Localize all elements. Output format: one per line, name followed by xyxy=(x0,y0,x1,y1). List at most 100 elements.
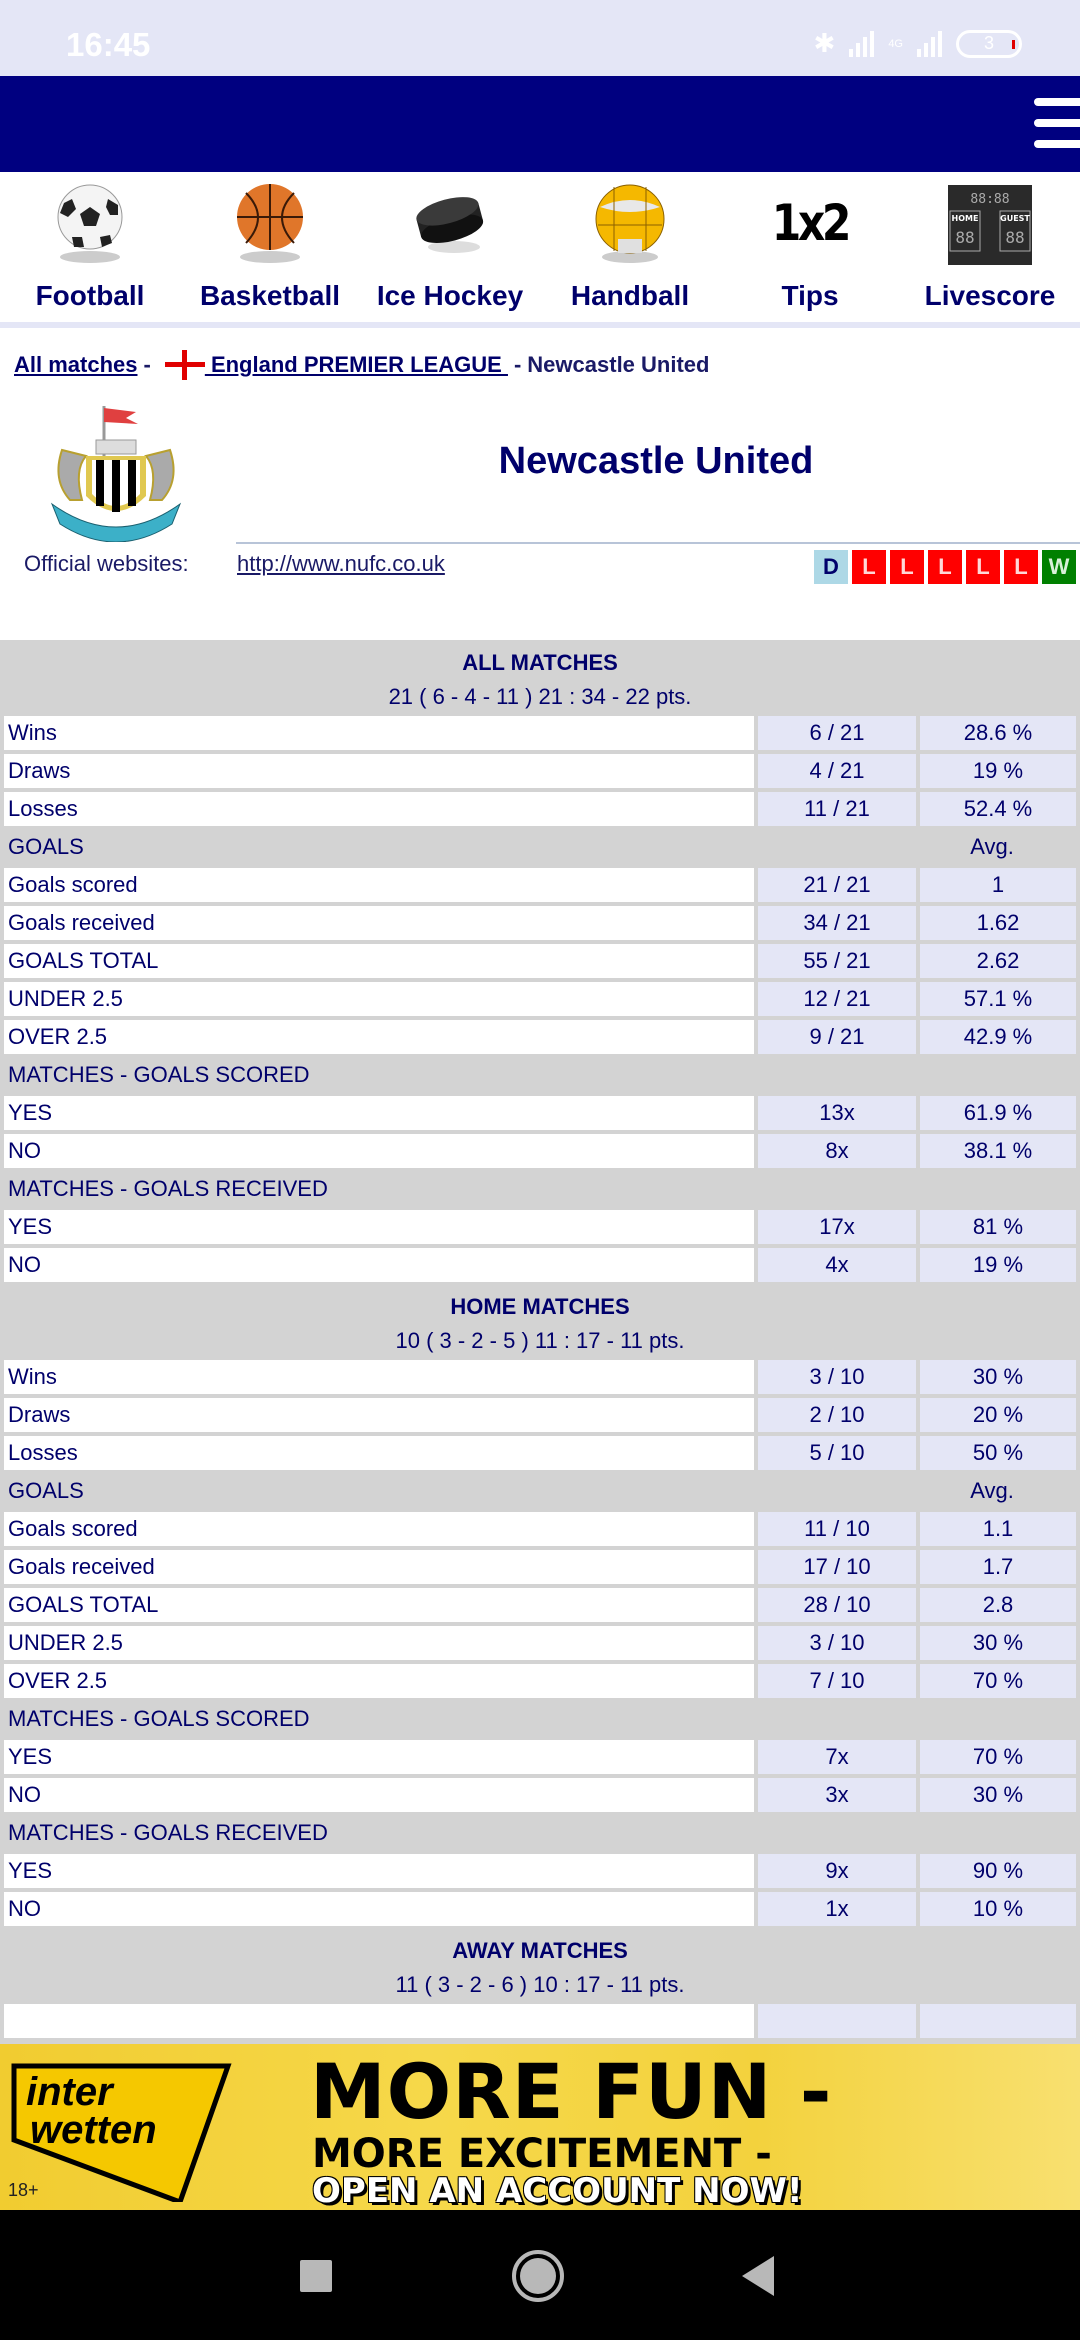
row-value: 1.1 xyxy=(920,1512,1076,1546)
row-count: 17x xyxy=(758,1210,916,1244)
row-value: 70 % xyxy=(920,1740,1076,1774)
row-label: UNDER 2.5 xyxy=(4,982,754,1016)
row-label: Draws xyxy=(4,754,754,788)
table-row: GOALS TOTAL 28 / 10 2.8 xyxy=(0,1586,1080,1624)
system-nav-bar xyxy=(0,2210,1080,2340)
row-count: 5 / 10 xyxy=(758,1436,916,1470)
battery-level: 3 xyxy=(983,33,994,53)
handball-icon xyxy=(585,178,675,268)
group-title: GOALS xyxy=(8,1478,84,1503)
breadcrumb-all-matches[interactable]: All matches xyxy=(14,352,138,378)
nav-livescore[interactable]: 88:88 HOME GUEST 88 88 Livescore xyxy=(900,172,1080,322)
group-header-received: MATCHES - GOALS RECEIVED xyxy=(0,1814,1080,1852)
table-row: Goals received 17 / 10 1.7 xyxy=(0,1548,1080,1586)
nav-label: Football xyxy=(35,280,145,311)
nav-football[interactable]: Football xyxy=(0,172,180,322)
row-count: 11 / 21 xyxy=(758,792,916,826)
breadcrumb-team: Newcastle United xyxy=(527,352,710,377)
sports-nav: Football Basketball Ice Hockey Handball … xyxy=(0,172,1080,328)
group-header-received: MATCHES - GOALS RECEIVED xyxy=(0,1170,1080,1208)
group-title: GOALS xyxy=(8,834,84,859)
breadcrumb: All matches - England PREMIER LEAGUE - N… xyxy=(14,350,709,380)
breadcrumb-league[interactable]: England PREMIER LEAGUE xyxy=(205,352,508,378)
row-value: 1 xyxy=(920,868,1076,902)
ad-brand-line1: inter xyxy=(26,2070,113,2114)
row-label: OVER 2.5 xyxy=(4,1664,754,1698)
form-badge: D xyxy=(814,550,848,584)
table-row: GOALS TOTAL 55 / 21 2.62 xyxy=(0,942,1080,980)
table-row xyxy=(0,2002,1080,2040)
table-row: YES 13x 61.9 % xyxy=(0,1094,1080,1132)
row-label: Losses xyxy=(4,792,754,826)
row-value: 50 % xyxy=(920,1436,1076,1470)
section-header: HOME MATCHES 10 ( 3 - 2 - 5 ) 11 : 17 - 1… xyxy=(0,1284,1080,1358)
table-row: Draws 4 / 21 19 % xyxy=(0,752,1080,790)
table-row: Draws 2 / 10 20 % xyxy=(0,1396,1080,1434)
row-value: 42.9 % xyxy=(920,1020,1076,1054)
row-label: Goals scored xyxy=(4,1512,754,1546)
circle-icon xyxy=(512,2250,564,2302)
nav-basketball[interactable]: Basketball xyxy=(180,172,360,322)
stats-table[interactable]: ALL MATCHES 21 ( 6 - 4 - 11 ) 21 : 34 - 2… xyxy=(0,640,1080,2044)
status-time: 16:45 xyxy=(66,26,151,63)
nav-handball[interactable]: Handball xyxy=(540,172,720,322)
scoreboard-icon: 88:88 HOME GUEST 88 88 xyxy=(945,178,1035,268)
row-value: 1.62 xyxy=(920,906,1076,940)
row-value: 57.1 % xyxy=(920,982,1076,1016)
row-label: Goals received xyxy=(4,1550,754,1584)
back-button[interactable] xyxy=(742,2256,774,2296)
official-websites-label: Official websites: xyxy=(24,551,189,576)
official-website-link[interactable]: http://www.nufc.co.uk xyxy=(237,551,445,577)
table-row: Wins 6 / 21 28.6 % xyxy=(0,714,1080,752)
row-label: NO xyxy=(4,1778,754,1812)
row-value: 19 % xyxy=(920,754,1076,788)
row-value: 81 % xyxy=(920,1210,1076,1244)
ad-banner[interactable]: inter wetten 18+ MORE FUN - MORE EXCITEM… xyxy=(0,2044,1080,2210)
ad-headline-3: OPEN AN ACCOUNT NOW! xyxy=(312,2171,803,2210)
menu-icon[interactable] xyxy=(1034,98,1080,148)
row-label: YES xyxy=(4,1740,754,1774)
row-value: 28.6 % xyxy=(920,716,1076,750)
row-label: GOALS TOTAL xyxy=(4,1588,754,1622)
row-count: 12 / 21 xyxy=(758,982,916,1016)
row-count: 4x xyxy=(758,1248,916,1282)
table-row: UNDER 2.5 12 / 21 57.1 % xyxy=(0,980,1080,1018)
soccer-ball-icon xyxy=(45,178,135,268)
row-count xyxy=(758,2004,916,2038)
home-button[interactable] xyxy=(512,2250,564,2302)
recents-button[interactable] xyxy=(300,2260,332,2292)
network-type: 4G xyxy=(888,37,903,50)
form-badge: L xyxy=(852,550,886,584)
row-count: 17 / 10 xyxy=(758,1550,916,1584)
row-value: 2.8 xyxy=(920,1588,1076,1622)
row-count: 11 / 10 xyxy=(758,1512,916,1546)
table-row: Goals received 34 / 21 1.62 xyxy=(0,904,1080,942)
form-badge: L xyxy=(890,550,924,584)
group-title: MATCHES - GOALS RECEIVED xyxy=(8,1176,328,1201)
table-row: Wins 3 / 10 30 % xyxy=(0,1358,1080,1396)
row-count: 8x xyxy=(758,1134,916,1168)
status-icons: ✱ 4G 3 xyxy=(814,28,1022,59)
table-row: OVER 2.5 7 / 10 70 % xyxy=(0,1662,1080,1700)
breadcrumb-sep: - xyxy=(143,352,151,377)
nav-label: Handball xyxy=(570,280,690,311)
table-row: Goals scored 11 / 10 1.1 xyxy=(0,1510,1080,1548)
row-label: Wins xyxy=(4,1360,754,1394)
row-count: 9 / 21 xyxy=(758,1020,916,1054)
row-value xyxy=(920,2004,1076,2038)
table-row: NO 4x 19 % xyxy=(0,1246,1080,1284)
table-row: Goals scored 21 / 21 1 xyxy=(0,866,1080,904)
row-label: Losses xyxy=(4,1436,754,1470)
row-value: 30 % xyxy=(920,1360,1076,1394)
table-row: YES 7x 70 % xyxy=(0,1738,1080,1776)
row-label: NO xyxy=(4,1248,754,1282)
group-title: MATCHES - GOALS SCORED xyxy=(8,1062,310,1087)
signal-icon xyxy=(849,30,875,57)
bluetooth-icon: ✱ xyxy=(813,28,836,58)
nav-ice-hockey[interactable]: Ice Hockey xyxy=(360,172,540,322)
nav-tips[interactable]: 1x2 Tips xyxy=(720,172,900,322)
1x2-tips-icon: 1x2 xyxy=(765,178,855,268)
row-count: 2 / 10 xyxy=(758,1398,916,1432)
row-value: 30 % xyxy=(920,1778,1076,1812)
row-label: UNDER 2.5 xyxy=(4,1626,754,1660)
